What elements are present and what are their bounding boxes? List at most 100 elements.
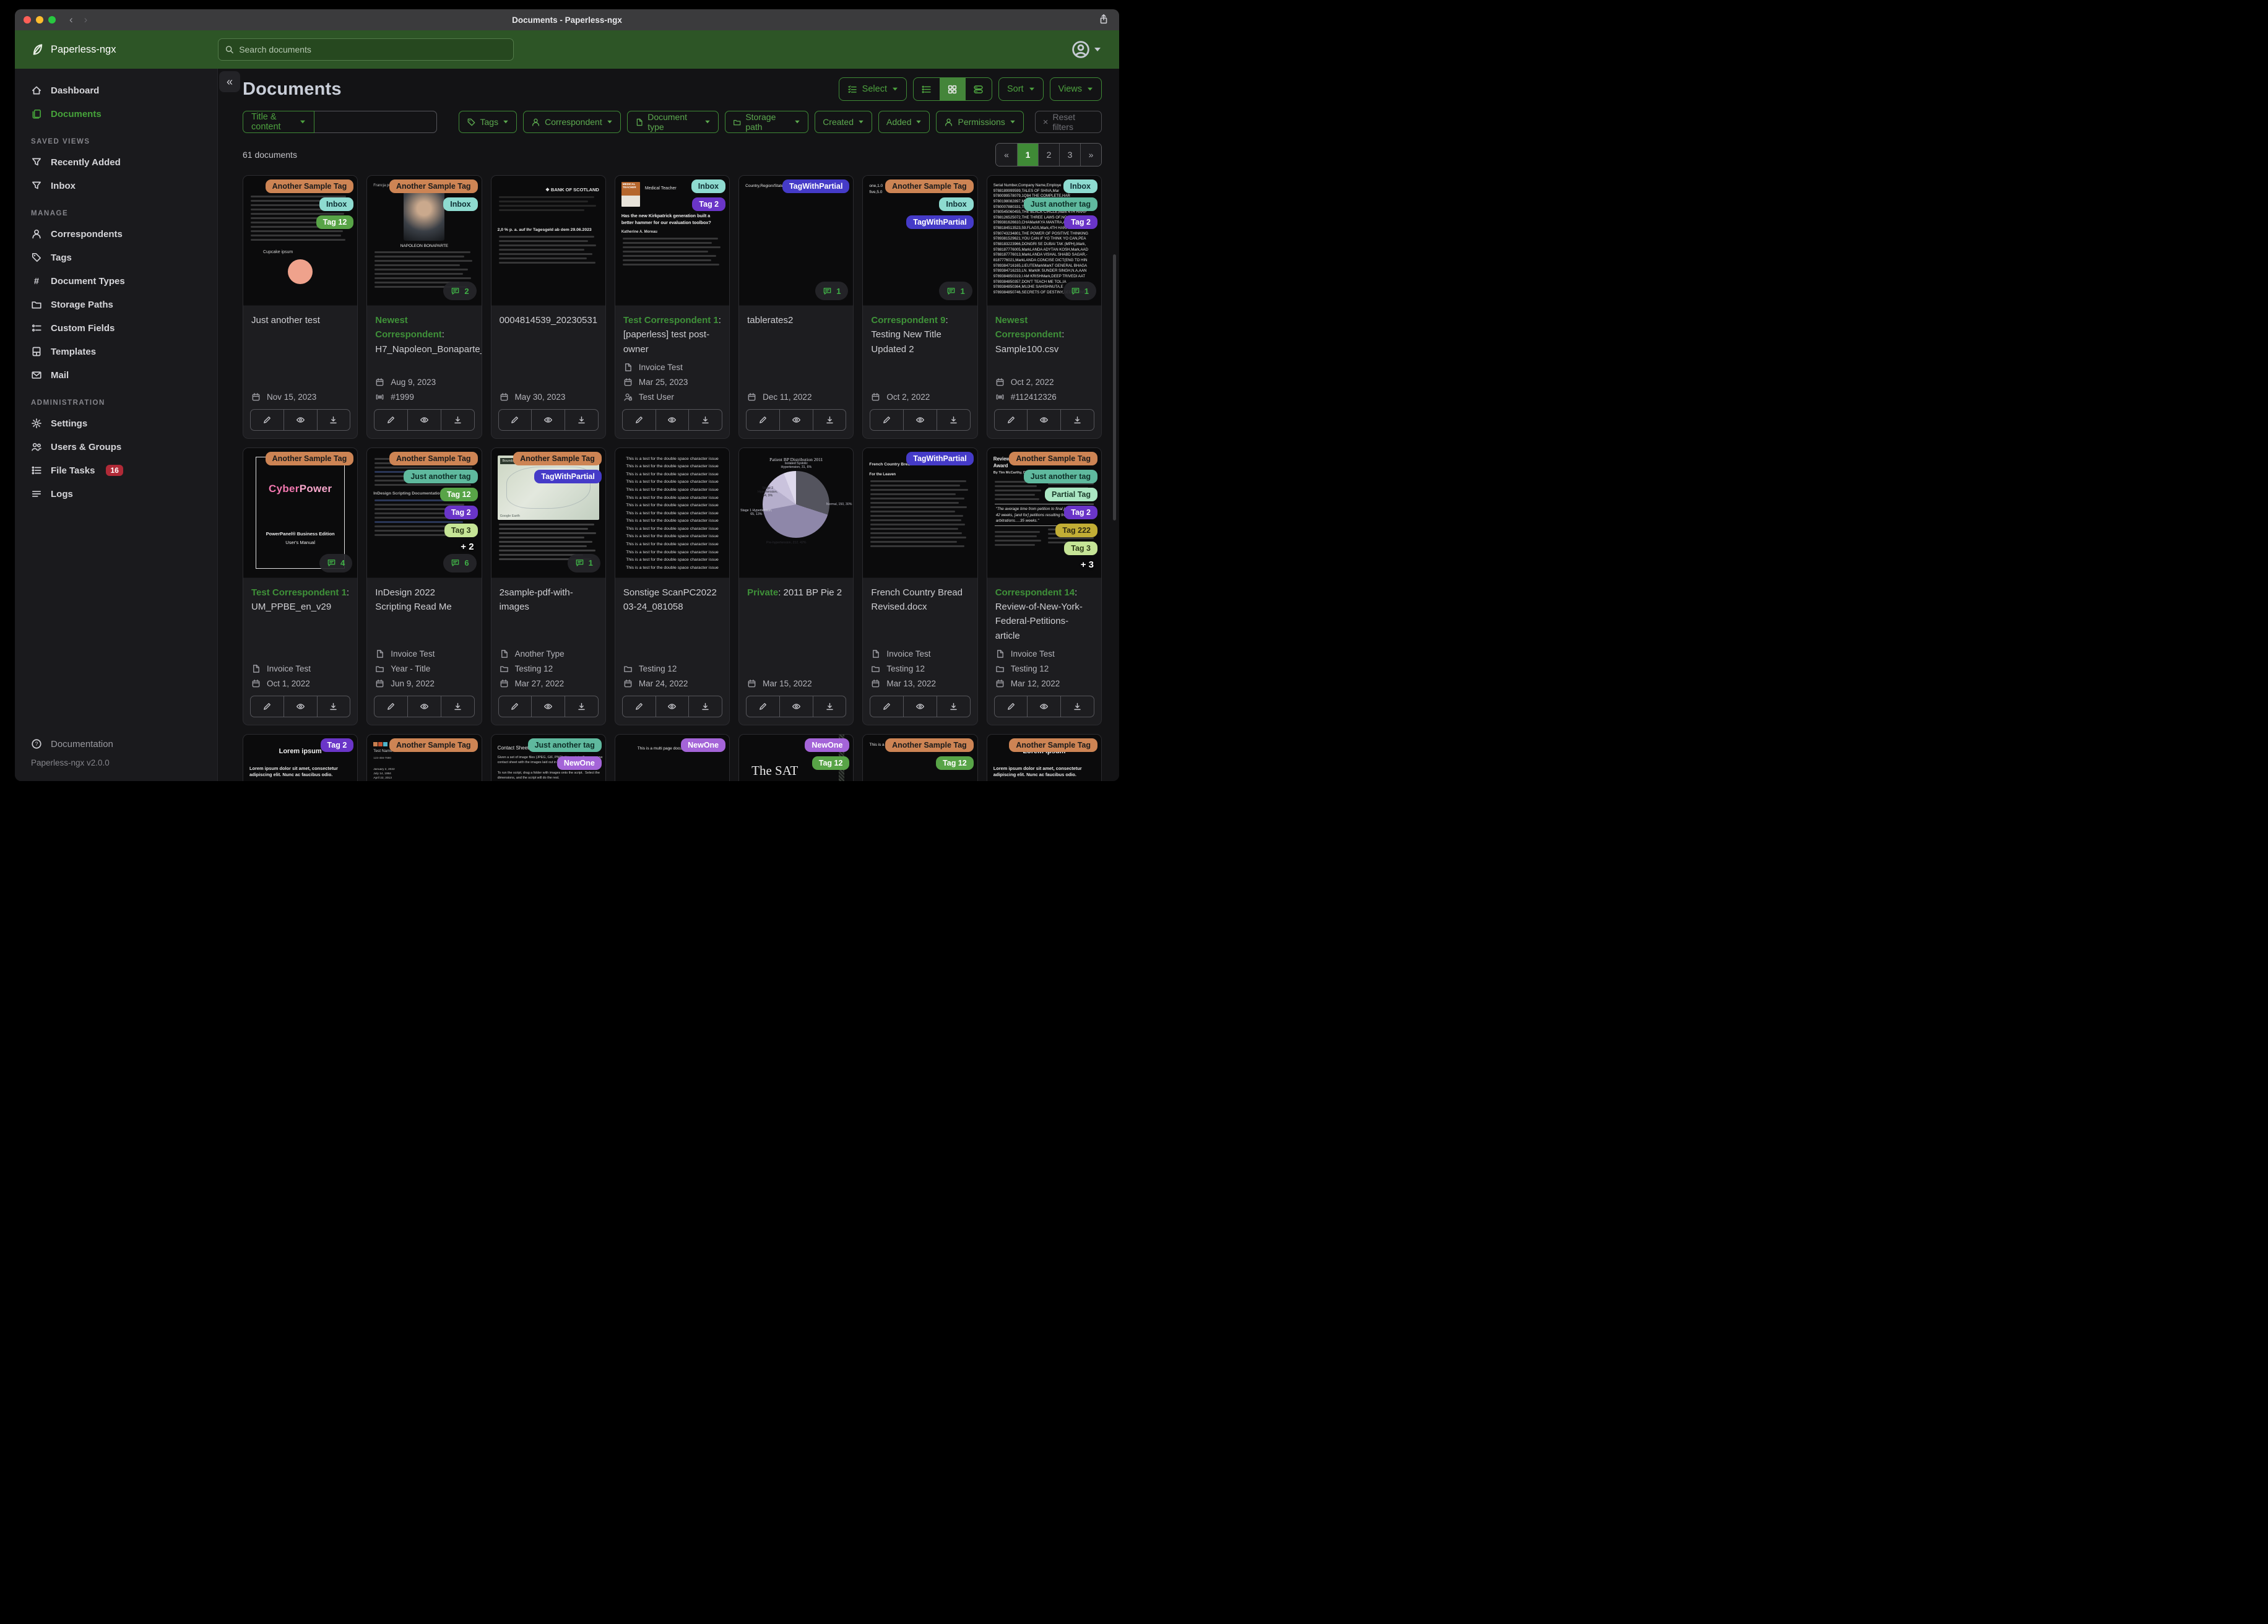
preview-button[interactable] [903, 696, 937, 717]
document-card[interactable]: one,1.0 five,5.0 Another Sample Tag Inbox T… [862, 175, 978, 439]
list-view-button[interactable] [914, 78, 940, 100]
download-button[interactable] [316, 696, 350, 717]
minimize-window-button[interactable] [36, 16, 43, 24]
document-thumbnail[interactable]: Lorem ipsumLorem ipsum dolor sit amet, c… [243, 734, 358, 781]
edit-button[interactable] [623, 696, 656, 717]
download-button[interactable] [936, 696, 970, 717]
document-thumbnail[interactable]: Country,Region/State,"T TagWithPartial 1 [739, 176, 854, 306]
document-title[interactable]: 2sample-pdf-with-images [491, 578, 605, 648]
preview-button[interactable] [779, 409, 813, 430]
tag-tag-3[interactable]: Tag 3 [1064, 541, 1097, 555]
correspondent-link[interactable]: Correspondent 9 [871, 315, 945, 326]
document-thumbnail[interactable]: Review of of Arbitral Awards Certainty o… [987, 447, 1101, 578]
tag-inbox[interactable]: Inbox [939, 197, 974, 211]
tag-another-sample-tag[interactable]: Another Sample Tag [389, 179, 478, 193]
document-thumbnail[interactable]: one,1.0 five,5.0 Another Sample Tag Inbox T… [863, 176, 977, 306]
document-card[interactable]: ❖ BANK OF SCOTLAND 2,0 % p. a. auf Ihr Ta… [490, 175, 606, 439]
sidebar-item-logs[interactable]: Logs [15, 482, 217, 506]
sidebar-item-users-groups[interactable]: Users & Groups [15, 435, 217, 459]
tag-partial-tag[interactable]: Partial Tag [1045, 487, 1097, 501]
tag-another-sample-tag[interactable]: Another Sample Tag [265, 451, 354, 465]
preview-button[interactable] [779, 696, 813, 717]
document-card[interactable]: Test Name 123-456-7890 January 2, 2022 Jul… [366, 733, 482, 781]
search-input[interactable] [239, 45, 507, 54]
sidebar-item-file-tasks[interactable]: File Tasks 16 [15, 459, 217, 482]
correspondent-link[interactable]: Newest Correspondent [375, 315, 442, 340]
download-button[interactable] [1060, 409, 1094, 430]
document-card[interactable]: The SATPracticeTest #1Make time to take … [738, 733, 854, 781]
filter-created-button[interactable]: Created [815, 111, 872, 133]
correspondent-link[interactable]: Correspondent 14 [995, 587, 1075, 598]
tag-another-sample-tag[interactable]: Another Sample Tag [265, 179, 354, 193]
preview-button[interactable] [283, 409, 317, 430]
document-title[interactable]: Newest Correspondent: H7_Napoleon_Bonapa… [367, 306, 481, 376]
tag-tag-12[interactable]: Tag 12 [936, 756, 974, 770]
pagination-page-1[interactable]: 1 [1017, 144, 1038, 166]
sidebar-item-storage-paths[interactable]: Storage Paths [15, 293, 217, 316]
tag-tagwithpartial[interactable]: TagWithPartial [534, 469, 602, 483]
user-menu[interactable] [1071, 40, 1119, 59]
edit-button[interactable] [374, 696, 407, 717]
document-thumbnail[interactable]: Serial Number,Company Name,Employe 97881… [987, 176, 1101, 306]
document-title[interactable]: 0004814539_20230531 [491, 306, 605, 391]
document-thumbnail[interactable]: This is a test for the double space char… [615, 447, 730, 578]
sidebar-item-documentation[interactable]: ? Documentation [15, 733, 217, 754]
document-card[interactable]: This is a test Another Sample Tag Tag 12 [862, 733, 978, 781]
tag-tag-2[interactable]: Tag 2 [1064, 505, 1097, 519]
filter-storage-path-button[interactable]: Storage path [724, 111, 809, 133]
tag-tagwithpartial[interactable]: TagWithPartial [906, 451, 974, 465]
edit-button[interactable] [870, 696, 903, 717]
tag-inbox[interactable]: Inbox [443, 197, 478, 211]
global-search[interactable] [218, 38, 514, 61]
tag-tag-12[interactable]: Tag 12 [439, 487, 478, 501]
tag-tagwithpartial[interactable]: TagWithPartial [906, 215, 974, 229]
document-card[interactable]: French Country Bread For the Leaven TagWit… [862, 447, 978, 725]
filter-added-button[interactable]: Added [878, 111, 930, 133]
pagination-page-3[interactable]: 3 [1059, 144, 1080, 166]
edit-button[interactable] [747, 696, 779, 717]
sidebar-item-settings[interactable]: Settings [15, 412, 217, 435]
sidebar-item-dashboard[interactable]: Dashboard [15, 79, 217, 102]
share-icon[interactable] [1098, 14, 1109, 28]
document-card[interactable]: Lorem ipsumLorem ipsum dolor sit amet, c… [986, 733, 1102, 781]
document-thumbnail[interactable]: CyberPower PowerPanel® Business Edition Us… [243, 447, 358, 578]
download-button[interactable] [936, 409, 970, 430]
document-thumbnail[interactable]: Contact Sheet Demo Given a set of image f… [491, 734, 605, 781]
tag-inbox[interactable]: Inbox [319, 197, 354, 211]
document-title[interactable]: Private: 2011 BP Pie 2 [739, 578, 853, 678]
views-button[interactable]: Views [1049, 77, 1102, 101]
download-button[interactable] [1060, 696, 1094, 717]
edit-button[interactable] [499, 696, 532, 717]
correspondent-link[interactable]: Private [747, 587, 778, 598]
document-card[interactable]: MEDICAL TEACHER Medical Teacher Has the ne… [614, 175, 730, 439]
document-thumbnail[interactable]: Boundary Waters TripGoogle EarthAnother … [491, 447, 605, 578]
sidebar-collapse-button[interactable]: « [219, 71, 240, 92]
correspondent-link[interactable]: Test Correspondent 1 [251, 587, 347, 598]
document-title[interactable]: tablerates2 [739, 306, 853, 391]
document-card[interactable]: Lorem ipsumLorem ipsum dolor sit amet, c… [243, 733, 358, 781]
zoom-window-button[interactable] [48, 16, 56, 24]
tag-just-another-tag[interactable]: Just another tag [1023, 197, 1097, 211]
document-card[interactable]: CyberPower PowerPanel® Business Edition Us… [243, 447, 358, 725]
download-button[interactable] [440, 409, 474, 430]
tag-tag-222[interactable]: Tag 222 [1055, 523, 1097, 537]
tag-another-sample-tag[interactable]: Another Sample Tag [885, 179, 974, 193]
preview-button[interactable] [407, 409, 441, 430]
edit-button[interactable] [251, 696, 284, 717]
correspondent-link[interactable]: Newest Correspondent [995, 315, 1062, 340]
tag-inbox[interactable]: Inbox [1063, 179, 1097, 193]
document-title[interactable]: Test Correspondent 1: UM_PPBE_en_v29 [243, 578, 357, 663]
preview-button[interactable] [1027, 409, 1060, 430]
document-thumbnail[interactable]: French Country Bread For the Leaven TagWit… [863, 447, 977, 578]
document-thumbnail[interactable]: Francja pod r NAPOLEON BONAPARTE Another S… [367, 176, 482, 306]
correspondent-link[interactable]: Test Correspondent 1 [623, 315, 719, 326]
grid-view-button[interactable] [939, 78, 966, 100]
tag-another-sample-tag[interactable]: Another Sample Tag [1009, 738, 1097, 752]
document-thumbnail[interactable]: This is a multi page document. Page 1. Ne… [615, 734, 730, 781]
tag-newone[interactable]: NewOne [805, 738, 850, 752]
notes-badge[interactable]: 1 [567, 553, 600, 572]
preview-button[interactable] [655, 409, 689, 430]
sidebar-item-recently-added[interactable]: Recently Added [15, 150, 217, 174]
document-card[interactable]: Country,Region/State,"T TagWithPartial 1 ta… [738, 175, 854, 439]
tag-tag-3[interactable]: Tag 3 [444, 523, 478, 537]
